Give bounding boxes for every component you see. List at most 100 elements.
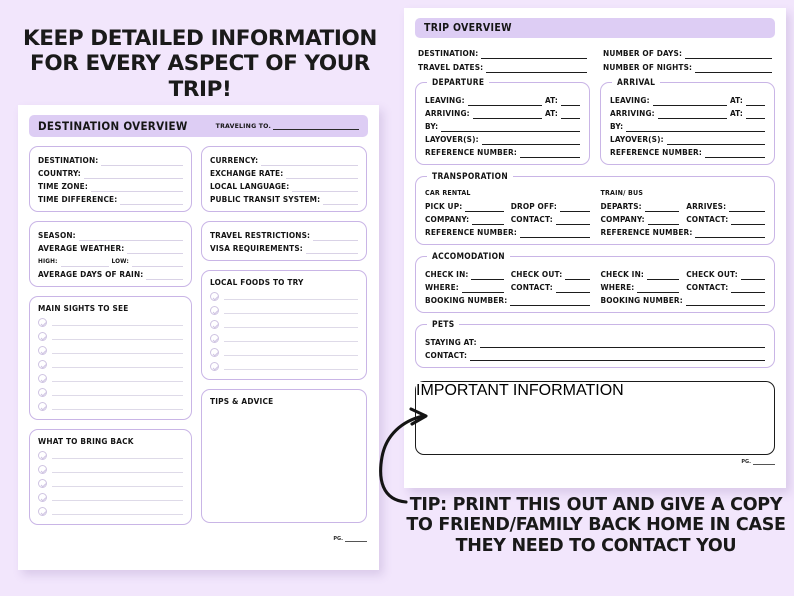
traveling-to-rule[interactable] xyxy=(273,122,359,130)
field-row[interactable]: BOOKING NUMBER: xyxy=(601,293,765,306)
field-row[interactable]: SEASON: xyxy=(38,228,183,241)
field-row[interactable]: NUMBER OF DAYS: xyxy=(603,45,772,59)
field-rule[interactable] xyxy=(90,183,183,192)
field-row[interactable]: DESTINATION: xyxy=(38,153,183,166)
field-rule[interactable] xyxy=(441,123,580,132)
field-row[interactable]: AVERAGE WEATHER: xyxy=(38,241,183,254)
checklist-rule[interactable] xyxy=(52,374,183,382)
field-row[interactable]: DEPARTS: xyxy=(601,199,680,212)
field-rule[interactable] xyxy=(731,284,765,293)
check-circle-icon[interactable] xyxy=(38,464,47,474)
checklist-row[interactable] xyxy=(38,315,183,329)
check-circle-icon[interactable] xyxy=(38,478,47,488)
field-row[interactable]: CONTACT: xyxy=(511,280,590,293)
field-row[interactable]: REFERENCE NUMBER: xyxy=(601,225,765,238)
field-rule[interactable] xyxy=(78,232,183,241)
checklist-row[interactable] xyxy=(38,357,183,371)
field-row[interactable]: BY: xyxy=(610,119,765,132)
check-circle-icon[interactable] xyxy=(210,347,219,357)
field-row[interactable]: ARRIVING: AT: xyxy=(425,106,580,119)
field-row[interactable]: LAYOVER(S): xyxy=(610,132,765,145)
checklist-rule[interactable] xyxy=(52,360,183,368)
field-rule[interactable] xyxy=(305,245,358,254)
checklist-row[interactable] xyxy=(38,399,183,413)
field-rule[interactable] xyxy=(83,170,183,179)
field-row[interactable]: CONTACT: xyxy=(686,212,765,225)
field-row[interactable]: WHERE: xyxy=(601,280,680,293)
field-rule[interactable] xyxy=(479,339,765,348)
field-rule[interactable] xyxy=(481,50,587,59)
field-rule[interactable] xyxy=(519,229,590,238)
check-circle-icon[interactable] xyxy=(38,506,47,516)
field-row[interactable]: DROP OFF: xyxy=(511,199,590,212)
field-rule[interactable] xyxy=(461,284,504,293)
check-circle-icon[interactable] xyxy=(38,359,47,369)
checklist-rule[interactable] xyxy=(52,402,183,410)
checklist-rule[interactable] xyxy=(224,306,358,314)
field-rule[interactable] xyxy=(481,136,580,145)
field-row[interactable]: CHECK OUT: xyxy=(511,267,590,280)
field-row[interactable]: PUBLIC TRANSIT SYSTEM: xyxy=(210,192,358,205)
field-rule[interactable] xyxy=(465,203,504,212)
check-circle-icon[interactable] xyxy=(38,331,47,341)
checklist-rule[interactable] xyxy=(52,493,183,501)
field-rule[interactable] xyxy=(323,196,358,205)
field-row[interactable]: AVERAGE DAYS OF RAIN: xyxy=(38,267,183,280)
field-rule[interactable] xyxy=(472,216,504,225)
check-circle-icon[interactable] xyxy=(38,387,47,397)
check-circle-icon[interactable] xyxy=(210,319,219,329)
field-row[interactable]: PICK UP: xyxy=(425,199,504,212)
tips-advice-card[interactable]: TIPS & ADVICE xyxy=(201,389,367,523)
field-row[interactable]: DESTINATION: xyxy=(418,45,587,59)
at-rule[interactable] xyxy=(561,97,580,106)
field-row[interactable]: BY: xyxy=(425,119,580,132)
check-circle-icon[interactable] xyxy=(38,492,47,502)
field-row[interactable]: BOOKING NUMBER: xyxy=(425,293,590,306)
field-rule[interactable] xyxy=(626,123,765,132)
field-rule[interactable] xyxy=(565,271,590,280)
checklist-rule[interactable] xyxy=(224,292,358,300)
checklist-row[interactable] xyxy=(38,371,183,385)
checklist-rule[interactable] xyxy=(52,318,183,326)
field-row[interactable]: LEAVING: AT: xyxy=(610,93,765,106)
field-row[interactable]: COUNTRY: xyxy=(38,166,183,179)
low-rule[interactable] xyxy=(131,258,183,267)
checklist-row[interactable] xyxy=(38,329,183,343)
check-circle-icon[interactable] xyxy=(210,361,219,371)
field-rule[interactable] xyxy=(685,50,772,59)
checklist-row[interactable] xyxy=(210,359,358,373)
at-rule[interactable] xyxy=(746,110,765,119)
field-rule[interactable] xyxy=(695,64,772,73)
field-row[interactable]: VISA REQUIREMENTS: xyxy=(210,241,358,254)
check-circle-icon[interactable] xyxy=(38,401,47,411)
field-row[interactable]: CURRENCY: xyxy=(210,153,358,166)
field-rule[interactable] xyxy=(146,271,183,280)
checklist-row[interactable] xyxy=(38,343,183,357)
field-rule[interactable] xyxy=(555,284,590,293)
field-row[interactable]: LOCAL LANGUAGE: xyxy=(210,179,358,192)
important-information-section[interactable]: IMPORTANT INFORMATION xyxy=(415,381,775,455)
at-rule[interactable] xyxy=(561,110,580,119)
field-row[interactable]: REFERENCE NUMBER: xyxy=(425,225,590,238)
field-rule[interactable] xyxy=(313,232,358,241)
field-rule[interactable] xyxy=(127,245,183,254)
field-rule[interactable] xyxy=(647,216,680,225)
field-row[interactable]: TIME DIFFERENCE: xyxy=(38,192,183,205)
field-row[interactable]: LEAVING: AT: xyxy=(425,93,580,106)
check-circle-icon[interactable] xyxy=(210,291,219,301)
field-row[interactable]: REFERENCE NUMBER: xyxy=(425,145,580,158)
checklist-row[interactable] xyxy=(38,462,183,476)
field-rule[interactable] xyxy=(519,149,580,158)
field-rule[interactable] xyxy=(666,136,765,145)
field-row[interactable]: LAYOVER(S): xyxy=(425,132,580,145)
field-row[interactable]: TRAVEL RESTRICTIONS: xyxy=(210,228,358,241)
field-rule[interactable] xyxy=(286,170,358,179)
page-number-rule[interactable] xyxy=(345,536,367,542)
checklist-row[interactable] xyxy=(210,289,358,303)
field-rule[interactable] xyxy=(471,271,504,280)
field-rule[interactable] xyxy=(704,149,765,158)
page-number-rule[interactable] xyxy=(753,459,775,465)
check-circle-icon[interactable] xyxy=(38,317,47,327)
checklist-row[interactable] xyxy=(38,504,183,518)
checklist-rule[interactable] xyxy=(224,320,358,328)
